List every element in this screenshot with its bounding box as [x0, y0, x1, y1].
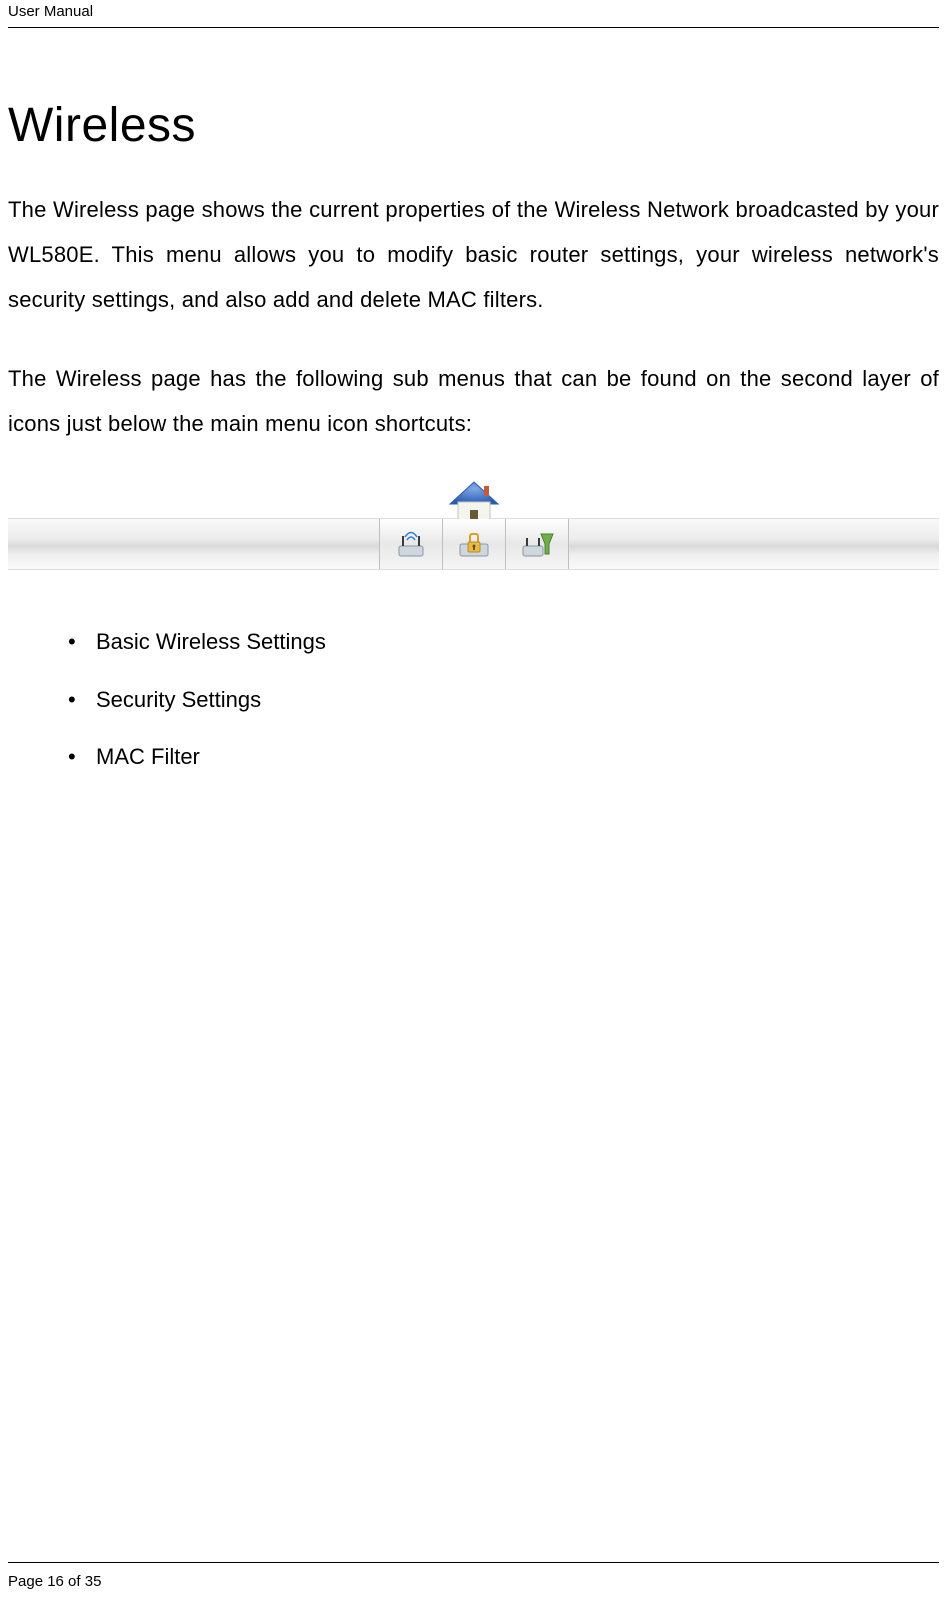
list-item: Security Settings	[68, 682, 939, 717]
intro-paragraph-1: The Wireless page shows the current prop…	[8, 187, 939, 322]
page-title: Wireless	[8, 98, 939, 153]
header-label: User Manual	[8, 0, 939, 27]
basic-wireless-icon	[379, 519, 443, 569]
security-icon	[442, 519, 506, 569]
intro-paragraph-2: The Wireless page has the following sub …	[8, 356, 939, 446]
mac-filter-icon	[505, 519, 569, 569]
list-item: MAC Filter	[68, 739, 939, 774]
submenu-bullet-list: Basic Wireless Settings Security Setting…	[8, 616, 939, 774]
footer-rule	[8, 1562, 939, 1563]
submenu-figure	[8, 480, 939, 592]
list-item: Basic Wireless Settings	[68, 624, 939, 659]
footer-label: Page 16 of 35	[8, 1573, 939, 1590]
